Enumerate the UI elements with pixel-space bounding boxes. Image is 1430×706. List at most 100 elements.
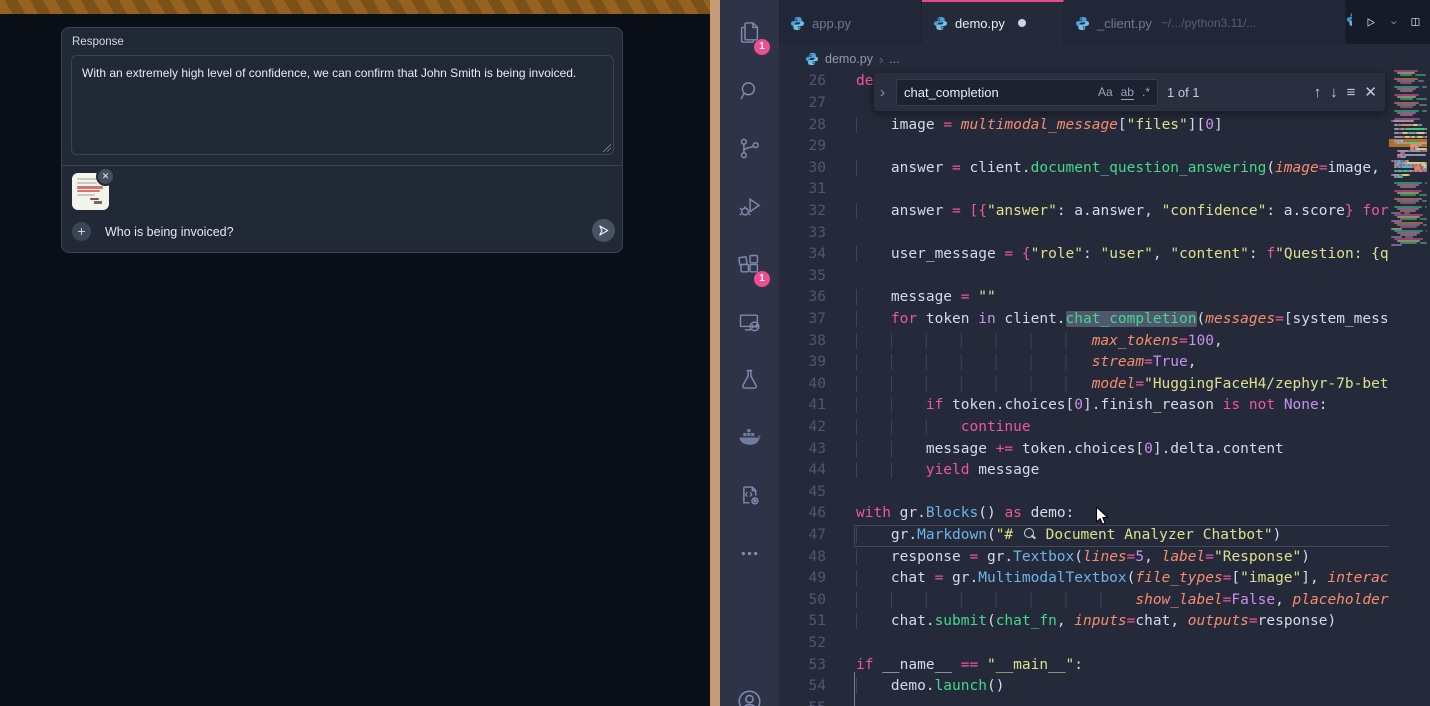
sidebar-item-testing[interactable] (720, 350, 779, 408)
sidebar-item-docker[interactable] (720, 408, 779, 466)
whole-word-icon[interactable]: ab (1121, 85, 1134, 100)
minimap-line (1394, 136, 1403, 138)
editor-pane[interactable]: demo.py › ... 26def chat_fn(multimodal_m… (779, 44, 1430, 706)
sidebar-item-search[interactable] (720, 61, 779, 119)
find-widget: › chat_completion Aa ab .* 1 of 1 ↑ ↓ ≡ … (873, 73, 1386, 112)
minimap-line (1400, 156, 1406, 158)
sidebar-item-explorer[interactable]: 1 (720, 3, 779, 61)
sidebar-item-source-control[interactable] (720, 119, 779, 177)
match-case-icon[interactable]: Aa (1098, 85, 1113, 99)
python-icon (790, 16, 805, 31)
find-previous-icon[interactable]: ↑ (1314, 84, 1322, 101)
regex-icon[interactable]: .* (1142, 85, 1150, 99)
find-close-icon[interactable]: ✕ (1364, 83, 1377, 101)
sidebar-item-extensions[interactable]: 1 (720, 235, 779, 293)
code-line[interactable]: if __name__ == "__main__": (856, 655, 1389, 677)
active-indent-guide (854, 672, 855, 706)
line-number: 52 (779, 633, 826, 655)
tab-demo-py[interactable]: demo.py (922, 0, 1064, 44)
sidebar-item-project-tools[interactable] (720, 466, 779, 524)
sidebar-item-run-debug[interactable] (720, 177, 779, 235)
code-line[interactable]: response = gr.Textbox(lines=5, label="Re… (856, 547, 1389, 569)
code-line[interactable]: answer = [{"answer": a.answer, "confiden… (856, 201, 1389, 223)
code-line[interactable]: continue (856, 417, 1389, 439)
code-line[interactable] (856, 136, 1389, 158)
sidebar-item-more[interactable] (720, 524, 779, 582)
python-icon (1075, 16, 1090, 31)
code-line[interactable]: demo.launch() (856, 676, 1389, 698)
code-line[interactable]: chat.submit(chat_fn, inputs=chat, output… (856, 611, 1389, 633)
code-line[interactable]: message += token.choices[0].delta.conten… (856, 439, 1389, 461)
code-line[interactable] (856, 266, 1389, 288)
line-number: 44 (779, 460, 826, 482)
chat-input[interactable]: Who is being invoiced? (105, 225, 234, 239)
resize-handle-icon[interactable] (602, 143, 611, 152)
code-line[interactable]: answer = client.document_question_answer… (856, 158, 1389, 180)
window-resize-sash[interactable] (710, 0, 720, 706)
code-line[interactable]: if token.choices[0].finish_reason is not… (856, 395, 1389, 417)
minimap[interactable] (1389, 44, 1430, 706)
extensions-badge: 1 (754, 271, 770, 287)
code-line[interactable] (856, 698, 1389, 706)
response-textarea[interactable]: With an extremely high level of confiden… (71, 55, 614, 155)
add-file-button[interactable]: + (72, 222, 91, 241)
vscode-window: 1 1 (720, 0, 1430, 706)
breadcrumb-more[interactable]: ... (889, 52, 899, 66)
remove-attachment-close-icon[interactable]: ✕ (96, 167, 115, 186)
code-line[interactable]: chat = gr.MultimodalTextbox(file_types=[… (856, 568, 1389, 590)
breadcrumb-separator-icon: › (879, 52, 883, 67)
code-line[interactable]: show_label=False, placeholder= (856, 590, 1389, 612)
minimap-line (1400, 218, 1417, 220)
minimap-line (1400, 106, 1413, 108)
tab-client-py[interactable]: _client.py ~/.../python3.11/... (1064, 0, 1346, 44)
find-next-icon[interactable]: ↓ (1330, 84, 1338, 101)
tab-app-py[interactable]: app.py (779, 0, 922, 44)
minimap-line (1426, 128, 1427, 130)
line-number: 42 (779, 417, 826, 439)
minimap-line (1426, 142, 1427, 144)
find-in-selection-icon[interactable]: ≡ (1347, 84, 1356, 101)
breadcrumb-file[interactable]: demo.py (825, 52, 873, 66)
code-line[interactable]: message = "" (856, 287, 1389, 309)
minimap-line (1418, 80, 1424, 82)
code-line[interactable]: model="HuggingFaceH4/zephyr-7b-beta" (856, 374, 1389, 396)
minimap-line (1405, 128, 1424, 130)
code-line[interactable]: gr.Markdown("# Document Analyzer Chatbot… (856, 525, 1389, 547)
code-line[interactable] (856, 179, 1389, 201)
ellipsis-icon (736, 540, 763, 567)
code-line[interactable]: for token in client.chat_completion(mess… (856, 309, 1389, 331)
gradio-app-window: Response With an extremely high level of… (0, 0, 710, 706)
code-line[interactable]: image = multimodal_message["files"][0] (856, 115, 1389, 137)
minimap-line (1400, 124, 1413, 126)
code-line[interactable] (856, 223, 1389, 245)
code-line[interactable]: user_message = {"role": "user", "content… (856, 244, 1389, 266)
code-line[interactable] (856, 482, 1389, 504)
minimap-line (1425, 182, 1427, 184)
toggle-replace-chevron-icon[interactable]: › (878, 84, 887, 101)
account-icon (735, 687, 764, 706)
minimap-line (1422, 86, 1427, 88)
minimap-line (1403, 170, 1408, 172)
breadcrumb[interactable]: demo.py › ... (805, 48, 900, 70)
run-dropdown-chevron-icon[interactable] (1390, 17, 1397, 28)
send-button[interactable] (592, 219, 615, 242)
run-python-file-icon[interactable] (1365, 14, 1377, 31)
minimap-line (1394, 118, 1420, 120)
find-input[interactable]: chat_completion Aa ab .* (896, 79, 1158, 106)
code-line[interactable]: stream=True, (856, 352, 1389, 374)
minimap-line (1415, 154, 1426, 156)
modified-dot-icon[interactable] (1018, 19, 1026, 27)
sidebar-item-account[interactable] (720, 672, 779, 706)
minimap-line (1410, 150, 1422, 152)
python-icon (933, 16, 948, 31)
code-line[interactable] (856, 633, 1389, 655)
split-editor-icon[interactable] (1410, 14, 1421, 30)
minimap-line (1421, 124, 1422, 126)
code-line[interactable]: max_tokens=100, (856, 331, 1389, 353)
minimap-line (1400, 202, 1416, 204)
sidebar-item-remote-explorer[interactable] (720, 293, 779, 351)
code-line[interactable]: yield message (856, 460, 1389, 482)
line-number: 43 (779, 439, 826, 461)
attached-image-thumbnail[interactable]: ✕ (72, 173, 109, 210)
code-line[interactable]: with gr.Blocks() as demo: (856, 503, 1389, 525)
